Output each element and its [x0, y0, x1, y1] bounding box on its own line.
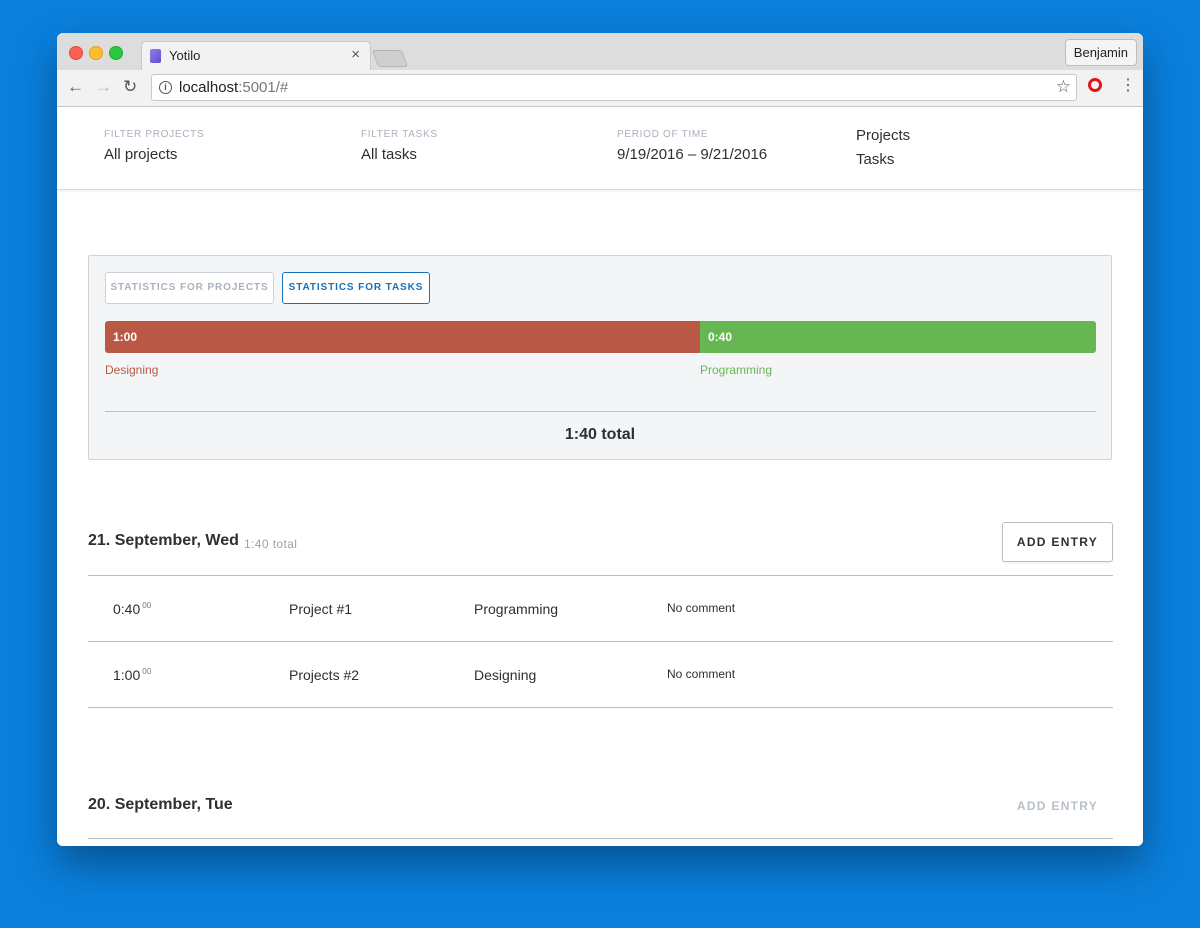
- yotilo-favicon-icon: [150, 49, 161, 63]
- entry-row[interactable]: 1:00 00 Projects #2 Designing No comment: [88, 642, 1113, 708]
- entry-row[interactable]: 0:40 00 Project #1 Programming No comment: [88, 576, 1113, 642]
- entry-time: 1:00 00: [113, 642, 151, 708]
- day-title: 20. September, Tue: [88, 796, 233, 813]
- entry-project: Project #1: [289, 601, 353, 617]
- maximize-window-button[interactable]: [109, 46, 123, 60]
- entry-project: Projects #2: [289, 667, 360, 683]
- bar-segment-programming: 0:40: [700, 321, 1096, 353]
- entry-time-seconds: 00: [142, 601, 152, 610]
- legend-designing: Designing: [105, 363, 159, 377]
- day-total: 1:40 total: [244, 537, 298, 551]
- browser-menu-icon[interactable]: ⋮: [1120, 76, 1136, 96]
- filter-projects-label: Filter projects: [104, 129, 205, 140]
- day-header-divider: [88, 838, 1113, 839]
- browser-toolbar: ← → ↻ i localhost:5001/# ☆ ⋮: [57, 70, 1143, 107]
- filter-projects[interactable]: Filter projects All projects: [104, 129, 204, 163]
- legend-programming: Programming: [700, 363, 773, 377]
- page-nav: Projects Tasks: [856, 127, 910, 175]
- filter-period-value[interactable]: 9/19/2016 – 9/21/2016: [617, 146, 767, 163]
- entry-time-value: 1:00: [113, 667, 141, 683]
- url-path: :5001/#: [238, 79, 289, 96]
- back-arrow-icon[interactable]: ←: [67, 77, 84, 97]
- entry-time-seconds: 00: [142, 667, 152, 676]
- title-bar: Yotilo × Benjamin: [57, 33, 1143, 70]
- minimize-window-button[interactable]: [89, 46, 103, 60]
- browser-tab[interactable]: Yotilo ×: [141, 41, 371, 70]
- bookmark-star-icon[interactable]: ☆: [1056, 77, 1071, 97]
- url-host: localhost: [179, 79, 239, 96]
- time-distribution-bar: 1:00 0:40: [105, 321, 1096, 353]
- url-text[interactable]: localhost:5001/#: [179, 79, 288, 96]
- opera-extension-icon[interactable]: [1088, 78, 1102, 92]
- nav-tasks-link[interactable]: Tasks: [856, 151, 910, 168]
- close-window-button[interactable]: [69, 46, 83, 60]
- statistics-tasks-button[interactable]: Statistics for tasks: [282, 272, 430, 304]
- filter-tasks-label: Filter tasks: [361, 129, 438, 140]
- row-divider: [88, 707, 1113, 708]
- site-info-icon[interactable]: i: [159, 81, 172, 94]
- statistics-projects-button[interactable]: Statistics for projects: [105, 272, 274, 304]
- filter-period-label: Period of time: [617, 129, 709, 140]
- statistics-panel: Statistics for projects Statistics for t…: [88, 255, 1112, 460]
- entry-task: Designing: [474, 667, 537, 683]
- filter-tasks-value[interactable]: All tasks: [361, 146, 438, 163]
- filter-bar: Filter projects All projects Filter task…: [57, 107, 1143, 190]
- stats-total: 1:40 total: [564, 426, 636, 443]
- filter-projects-value[interactable]: All projects: [104, 146, 204, 163]
- entry-time: 0:40 00: [113, 576, 151, 642]
- reload-icon[interactable]: ↻: [123, 77, 137, 97]
- stats-divider: [105, 411, 1096, 412]
- new-tab-button[interactable]: [371, 50, 409, 67]
- nav-projects-link[interactable]: Projects: [856, 127, 910, 144]
- filter-tasks[interactable]: Filter tasks All tasks: [361, 129, 438, 163]
- bar-segment-designing: 1:00: [105, 321, 700, 353]
- entry-task: Programming: [474, 601, 559, 617]
- address-bar[interactable]: i localhost:5001/# ☆: [151, 74, 1077, 101]
- entry-comment: No comment: [667, 601, 736, 615]
- day-title: 21. September, Wed: [88, 532, 239, 549]
- add-entry-button[interactable]: Add entry: [1002, 522, 1113, 562]
- add-entry-button[interactable]: Add entry: [1002, 786, 1113, 826]
- forward-arrow-icon[interactable]: →: [95, 77, 112, 97]
- tab-title: Yotilo: [169, 48, 201, 63]
- tab-close-icon[interactable]: ×: [351, 46, 360, 63]
- browser-window: Yotilo × Benjamin ← → ↻ i localhost:5001…: [57, 33, 1143, 846]
- profile-button[interactable]: Benjamin: [1064, 39, 1137, 66]
- app-page: Filter projects All projects Filter task…: [57, 107, 1143, 846]
- entry-comment: No comment: [667, 667, 736, 681]
- entry-time-value: 0:40: [113, 601, 141, 617]
- filter-period[interactable]: Period of time 9/19/2016 – 9/21/2016: [617, 129, 767, 163]
